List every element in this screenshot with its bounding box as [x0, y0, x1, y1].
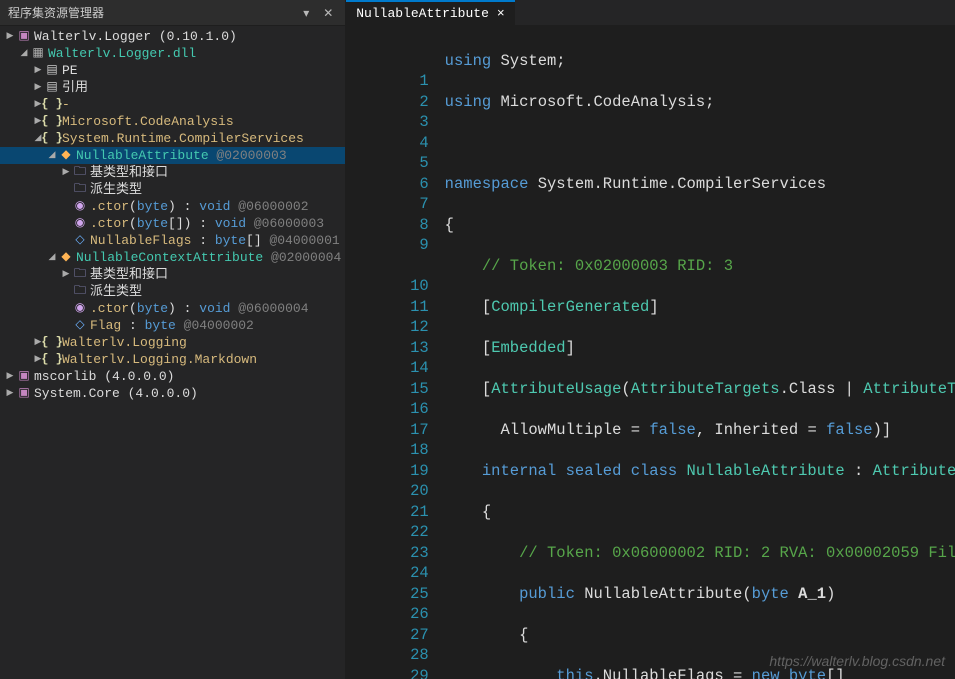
- method-icon: ◉: [72, 300, 88, 317]
- expand-icon[interactable]: ▶: [32, 79, 44, 96]
- expand-icon[interactable]: ▶: [60, 164, 72, 181]
- watermark: https://walterlv.blog.csdn.net: [769, 653, 945, 669]
- folder-icon: 🗀: [72, 283, 88, 300]
- assembly-icon: ▣: [16, 28, 32, 45]
- expand-icon[interactable]: ▶: [4, 368, 16, 385]
- code-content[interactable]: using System; using Microsoft.CodeAnalys…: [445, 26, 955, 679]
- field-icon: ◇: [72, 317, 88, 334]
- tree-node-method[interactable]: ◉ .ctor(byte) : void @06000002: [0, 198, 345, 215]
- editor-area: NullableAttribute × 123456789 1011121314…: [346, 0, 955, 679]
- tree-node-method[interactable]: ◉ .ctor(byte) : void @06000004: [0, 300, 345, 317]
- panel-header: 程序集资源管理器 ▾ ✕: [0, 0, 345, 26]
- tree-node-namespace[interactable]: ▶ { } Walterlv.Logging: [0, 334, 345, 351]
- expand-icon[interactable]: ▶: [60, 266, 72, 283]
- pin-icon[interactable]: ▾: [297, 5, 315, 21]
- folder-icon: 🗀: [72, 164, 88, 181]
- collapse-icon[interactable]: ◢: [46, 249, 58, 266]
- tree-node-namespace[interactable]: ▶ { } -: [0, 96, 345, 113]
- folder-icon: 🗀: [72, 181, 88, 198]
- assembly-explorer-panel: 程序集资源管理器 ▾ ✕ ▶ ▣ Walterlv.Logger (0.10.1…: [0, 0, 346, 679]
- namespace-icon: { }: [44, 130, 60, 147]
- namespace-icon: { }: [44, 113, 60, 130]
- expand-icon[interactable]: ▶: [32, 62, 44, 79]
- tree-node-field[interactable]: ◇ NullableFlags : byte[] @04000001: [0, 232, 345, 249]
- tree-node-assembly[interactable]: ▶ ▣ Walterlv.Logger (0.10.1.0): [0, 28, 345, 45]
- tree-node-assembly[interactable]: ▶ ▣ System.Core (4.0.0.0): [0, 385, 345, 402]
- namespace-icon: { }: [44, 351, 60, 368]
- close-icon[interactable]: ×: [497, 6, 505, 21]
- class-icon: ◆: [58, 249, 74, 266]
- close-icon[interactable]: ✕: [319, 5, 337, 21]
- method-icon: ◉: [72, 198, 88, 215]
- tree-node-derived[interactable]: 🗀 派生类型: [0, 181, 345, 198]
- assembly-tree[interactable]: ▶ ▣ Walterlv.Logger (0.10.1.0) ◢ ▦ Walte…: [0, 26, 345, 679]
- namespace-icon: { }: [44, 96, 60, 113]
- line-gutter: 123456789 101112131415161718192021222324…: [346, 26, 444, 679]
- folder-icon: 🗀: [72, 266, 88, 283]
- pe-icon: ▤: [44, 62, 60, 79]
- tree-node-assembly[interactable]: ▶ ▣ mscorlib (4.0.0.0): [0, 368, 345, 385]
- collapse-icon[interactable]: ◢: [46, 147, 58, 164]
- class-icon: ◆: [58, 147, 74, 164]
- tree-node-namespace[interactable]: ▶ { } Microsoft.CodeAnalysis: [0, 113, 345, 130]
- method-icon: ◉: [72, 215, 88, 232]
- namespace-icon: { }: [44, 334, 60, 351]
- tree-node-pe[interactable]: ▶ ▤ PE: [0, 62, 345, 79]
- tree-node-basetypes[interactable]: ▶ 🗀 基类型和接口: [0, 266, 345, 283]
- code-editor[interactable]: 123456789 101112131415161718192021222324…: [346, 26, 955, 679]
- tree-node-method[interactable]: ◉ .ctor(byte[]) : void @06000003: [0, 215, 345, 232]
- expand-icon[interactable]: ▶: [4, 385, 16, 402]
- expand-icon[interactable]: ▶: [4, 28, 16, 45]
- panel-title: 程序集资源管理器: [8, 4, 104, 21]
- tree-node-namespace[interactable]: ▶ { } Walterlv.Logging.Markdown: [0, 351, 345, 368]
- field-icon: ◇: [72, 232, 88, 249]
- tab-bar: NullableAttribute ×: [346, 0, 955, 26]
- tab-label: NullableAttribute: [356, 6, 489, 21]
- collapse-icon[interactable]: ◢: [18, 45, 30, 62]
- tree-node-field[interactable]: ◇ Flag : byte @04000002: [0, 317, 345, 334]
- tree-node-namespace[interactable]: ◢ { } System.Runtime.CompilerServices: [0, 130, 345, 147]
- assembly-icon: ▣: [16, 368, 32, 385]
- module-icon: ▦: [30, 45, 46, 62]
- tree-node-derived[interactable]: 🗀 派生类型: [0, 283, 345, 300]
- tree-node-module[interactable]: ◢ ▦ Walterlv.Logger.dll: [0, 45, 345, 62]
- tree-node-basetypes[interactable]: ▶ 🗀 基类型和接口: [0, 164, 345, 181]
- references-icon: ▤: [44, 79, 60, 96]
- tree-node-class-selected[interactable]: ◢ ◆ NullableAttribute @02000003: [0, 147, 345, 164]
- assembly-icon: ▣: [16, 385, 32, 402]
- tree-node-class[interactable]: ◢ ◆ NullableContextAttribute @02000004: [0, 249, 345, 266]
- tree-node-references[interactable]: ▶ ▤ 引用: [0, 79, 345, 96]
- tab-nullableattribute[interactable]: NullableAttribute ×: [346, 0, 514, 25]
